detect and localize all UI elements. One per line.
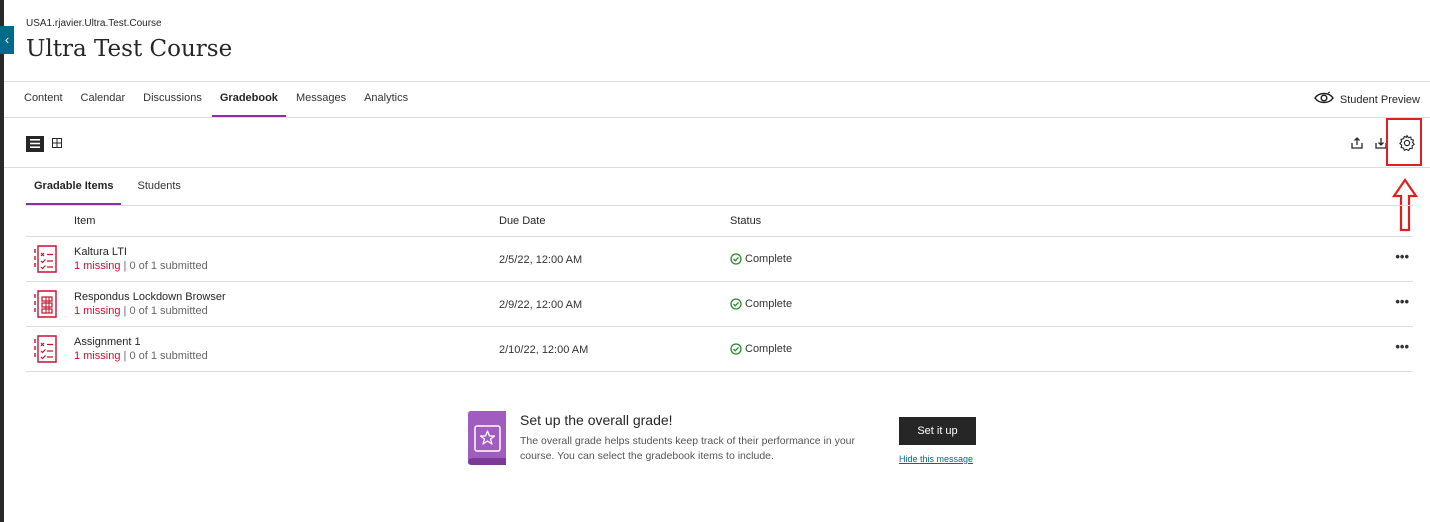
course-id: USA1.rjavier.Ultra.Test.Course	[26, 18, 162, 29]
more-options-button[interactable]: •••	[1395, 294, 1409, 309]
preview-eye-icon	[1313, 91, 1334, 108]
tab-students[interactable]: Students	[129, 168, 188, 204]
item-name[interactable]: Respondus Lockdown Browser	[74, 291, 226, 303]
table-row[interactable]: Respondus Lockdown Browser 1 missing | 0…	[26, 282, 1413, 327]
column-header-due-date[interactable]: Due Date	[499, 215, 545, 227]
course-nav: Content Calendar Discussions Gradebook M…	[24, 81, 408, 118]
list-view-button[interactable]	[26, 136, 44, 152]
tab-gradebook[interactable]: Gradebook	[211, 81, 287, 118]
hide-message-link[interactable]: Hide this message	[899, 454, 973, 464]
missing-count[interactable]: 1 missing	[74, 305, 120, 317]
upload-icon[interactable]	[1350, 136, 1364, 150]
more-options-button[interactable]: •••	[1395, 339, 1409, 354]
tab-analytics[interactable]: Analytics	[364, 81, 408, 117]
grid-view-icon	[52, 135, 62, 153]
submission-summary: 1 missing | 0 of 1 submitted	[74, 305, 208, 317]
status-badge: Complete	[730, 298, 792, 310]
submitted-count: | 0 of 1 submitted	[123, 350, 208, 362]
submitted-count: | 0 of 1 submitted	[123, 260, 208, 272]
status-label: Complete	[745, 253, 793, 265]
assignment-icon	[34, 334, 60, 367]
table-row[interactable]: Assignment 1 1 missing | 0 of 1 submitte…	[26, 327, 1413, 372]
tab-calendar[interactable]: Calendar	[81, 81, 126, 117]
table-row[interactable]: Kaltura LTI 1 missing | 0 of 1 submitted…	[26, 237, 1413, 282]
status-label: Complete	[745, 343, 793, 355]
check-circle-icon	[730, 343, 742, 355]
due-date: 2/5/22, 12:00 AM	[499, 254, 583, 266]
promo-description: The overall grade helps students keep tr…	[520, 435, 856, 462]
gradebook-subtabs: Gradable Items Students	[26, 168, 189, 206]
item-name[interactable]: Kaltura LTI	[74, 246, 127, 258]
student-preview-button[interactable]: Student Preview	[1313, 91, 1420, 108]
left-edge-strip	[0, 0, 4, 522]
chevron-left-icon: ‹	[4, 32, 10, 47]
divider	[4, 117, 1430, 118]
annotation-highlight-box	[1386, 118, 1422, 166]
submitted-count: | 0 of 1 submitted	[123, 305, 208, 317]
tab-discussions[interactable]: Discussions	[143, 81, 202, 117]
tab-content[interactable]: Content	[24, 81, 63, 117]
column-header-item[interactable]: Item	[74, 215, 95, 227]
item-name[interactable]: Assignment 1	[74, 336, 141, 348]
set-it-up-button[interactable]: Set it up	[899, 417, 976, 445]
check-circle-icon	[730, 253, 742, 265]
missing-count[interactable]: 1 missing	[74, 350, 120, 362]
due-date: 2/9/22, 12:00 AM	[499, 299, 583, 311]
divider	[4, 167, 1430, 168]
submission-summary: 1 missing | 0 of 1 submitted	[74, 350, 208, 362]
page-title: Ultra Test Course	[26, 36, 233, 62]
submission-summary: 1 missing | 0 of 1 submitted	[74, 260, 208, 272]
missing-count[interactable]: 1 missing	[74, 260, 120, 272]
column-header-status[interactable]: Status	[730, 215, 761, 227]
check-circle-icon	[730, 298, 742, 310]
tab-gradable-items[interactable]: Gradable Items	[26, 168, 122, 206]
promo-title: Set up the overall grade!	[520, 412, 673, 428]
grid-view-button[interactable]	[48, 136, 66, 152]
view-toggle	[26, 136, 66, 152]
due-date: 2/10/22, 12:00 AM	[499, 344, 589, 356]
tab-messages[interactable]: Messages	[296, 81, 346, 117]
student-preview-label: Student Preview	[1339, 93, 1420, 106]
overall-grade-book-icon	[466, 410, 510, 471]
status-badge: Complete	[730, 253, 792, 265]
list-view-icon	[30, 135, 40, 153]
gradable-items-table: Item Due Date Status Kaltura LTI 1 missi…	[26, 205, 1413, 372]
status-label: Complete	[745, 298, 793, 310]
test-icon	[34, 289, 60, 322]
more-options-button[interactable]: •••	[1395, 249, 1409, 264]
status-badge: Complete	[730, 343, 792, 355]
assignment-icon	[34, 244, 60, 277]
back-button[interactable]: ‹	[0, 26, 14, 54]
table-header: Item Due Date Status	[26, 205, 1413, 237]
